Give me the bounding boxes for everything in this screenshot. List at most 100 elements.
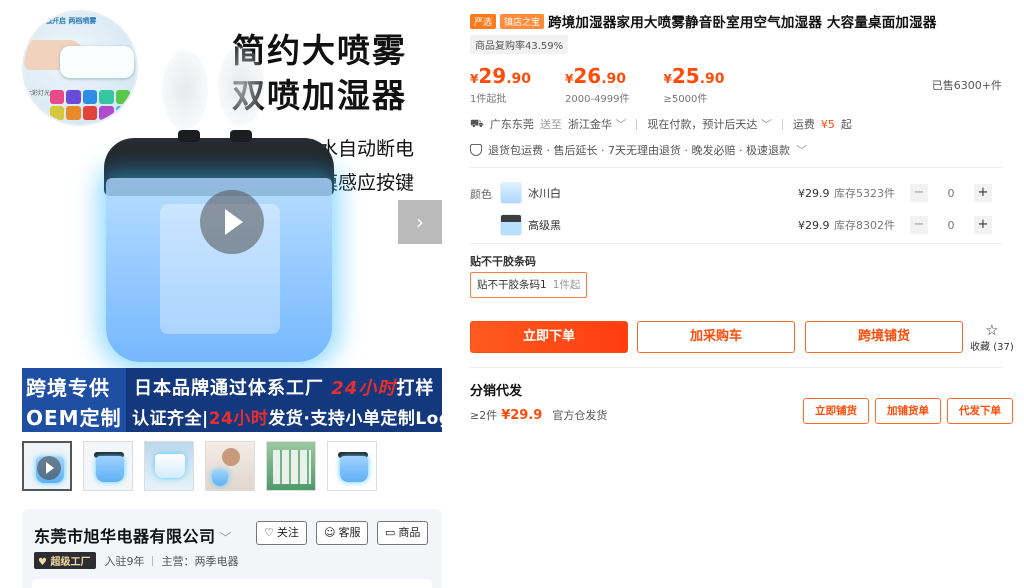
price-int: 25 [671,64,700,88]
sold-count: 已售6300+件 [931,79,1002,92]
play-video-icon[interactable] [200,190,264,254]
store-icon: ▭ [385,526,396,539]
main-product-image[interactable]: 轻触开启 两档喷雾 七彩灯光 简约大喷雾 双喷加湿器 缺水自动断电 触摸感应按键 [22,10,442,432]
services-row[interactable]: 退货包运费 · 售后延长 · 7天无理由退货 · 晚发必赔 · 极速退款 ﹀ [470,142,807,158]
shop-years: 入驻9年 [104,554,145,568]
chat-icon: ☺ [324,526,336,539]
quantity-input[interactable]: 0 [928,187,974,200]
device-top-image [60,46,134,78]
divider [470,167,1002,168]
banner-right-line1: 日本品牌通过体系工厂 24小时打样 [134,374,434,400]
corner-feature-image: 轻触开启 两档喷雾 七彩灯光 [22,10,138,126]
increment-button[interactable]: + [974,216,992,234]
banner-text: 发货·支持小单定制Logo [268,409,442,429]
shop-meta: ♥ 超级工厂 入驻9年 主营：两季电器 [34,552,238,569]
quantity-stepper: − 0 + [910,184,992,202]
banner-right: 日本品牌通过体系工厂 24小时打样 认证齐全|24小时发货·支持小单定制Logo [126,368,442,432]
decrement-button[interactable]: − [910,216,928,234]
product-title: 跨境加湿器家用大喷雾静音卧室用空气加湿器 大容量桌面加湿器 [548,15,937,31]
sku-thumbnail[interactable] [500,182,522,204]
price-qty: 2000-4999件 [565,94,630,105]
thumb-device [155,454,185,478]
sku-color-label: 颜色 [470,188,492,201]
thumbnail-video[interactable] [22,441,72,491]
sku-row-black: 高级黑 ¥29.9 库存8302件 − 0 + [500,213,1002,237]
price-dec: .90 [506,71,532,87]
play-icon [37,456,61,480]
sku-name: 冰川白 [528,187,561,200]
divider [636,118,638,130]
ship-to-word: 送至 [539,118,562,131]
thumb-warehouse [273,450,311,484]
follow-button[interactable]: ♡ 关注 [256,521,307,545]
chevron-down-icon: ﹀ [219,531,233,545]
dropship-order-button[interactable]: 代发下单 [947,398,1013,424]
thumbnail-6[interactable] [327,441,377,491]
chip-sub: 1件起 [552,279,581,291]
sku-stock: 库存8302件 [834,219,895,232]
shop-name[interactable]: 东莞市旭华电器有限公司 ﹀ [34,523,232,547]
sku-thumbnail[interactable] [500,214,522,236]
thumbnail-strip [22,441,377,491]
favorite-button[interactable]: ☆ 收藏 (37) [970,322,1014,353]
cross-border-button[interactable]: 跨境铺货 [805,321,963,353]
buy-now-button[interactable]: 立即下单 [470,321,628,353]
add-to-list-button[interactable]: 加铺货单 [875,398,941,424]
follow-label: 关注 [276,526,299,539]
price-tier-3: ¥25.90 ≥5000件 [664,64,725,105]
ship-dest-select[interactable]: 浙江金华 ﹀ [568,116,627,132]
nozzle-right [230,130,252,142]
sku-stock: 库存5323件 [834,187,895,200]
heart-plus-icon: ♡ [264,526,274,539]
quantity-input[interactable]: 0 [928,219,974,232]
shield-icon [470,144,482,156]
store-products-button[interactable]: ▭ 商品 [377,521,429,545]
list-now-button[interactable]: 立即铺货 [803,398,869,424]
thumbnail-5[interactable] [266,441,316,491]
thumb-device [340,456,368,482]
dist-price: ¥29.9 [501,408,543,423]
price-dec: .90 [699,71,725,87]
barcode-option-chip[interactable]: 贴不干胶条码1 1件起 [470,272,588,298]
increment-button[interactable]: + [974,184,992,202]
rebuy-rate: 商品复购率43.59% [470,35,569,54]
sku-row-white: 冰川白 ¥29.9 库存5323件 − 0 + [500,181,1002,205]
price-dec: .90 [601,71,627,87]
price-int: 29 [478,64,507,88]
divider [470,243,1002,244]
thumbnail-3[interactable] [144,441,194,491]
thumbnail-2[interactable] [83,441,133,491]
product-page: 轻触开启 两档喷雾 七彩灯光 简约大喷雾 双喷加湿器 缺水自动断电 触摸感应按键 [0,0,1024,588]
nozzle-left [178,130,200,142]
chevron-down-icon: ﹀ [795,144,807,157]
banner-text: 日本品牌通过体系工厂 [134,378,324,399]
banner-text: 认证齐全| [132,409,209,429]
favorite-label: 收藏 [970,342,990,353]
barcode-option-label: 贴不干胶条码 [470,255,536,268]
delivery-text: 现在付款，预计后天达 [647,118,758,131]
divider [781,118,783,130]
super-factory-badge: ♥ 超级工厂 [34,552,97,569]
banner-left-line1: 跨境专供 [26,376,110,400]
service-label: 客服 [338,526,361,539]
decrement-button[interactable]: − [910,184,928,202]
shop-name-text: 东莞市旭华电器有限公司 [34,527,216,546]
thumbnail-4[interactable] [205,441,255,491]
shop-main-business: 主营：两季电器 [161,554,239,568]
freight-label: 运费 [792,118,815,131]
thumb-device [96,456,124,482]
price-tier-2: ¥26.90 2000-4999件 [565,64,630,105]
corner-side-label: 七彩灯光 [26,90,51,97]
shop-card-bottom [32,579,432,588]
freight-value: ¥5 [820,117,835,131]
dist-warehouse: 官方仓发货 [552,409,608,422]
customer-service-button[interactable]: ☺ 客服 [316,521,369,545]
delivery-estimate[interactable]: 现在付款，预计后天达 ﹀ [647,116,772,132]
gallery-next-button[interactable]: › [398,200,442,244]
thumb-device [212,470,228,486]
banner-left: 跨境专供 OEM定制 [22,368,126,432]
corner-label: 轻触开启 两档喷雾 [38,17,97,25]
sku-price: ¥29.9 [798,218,830,232]
quantity-stepper: − 0 + [910,216,992,234]
add-to-cart-button[interactable]: 加采购车 [637,321,795,353]
